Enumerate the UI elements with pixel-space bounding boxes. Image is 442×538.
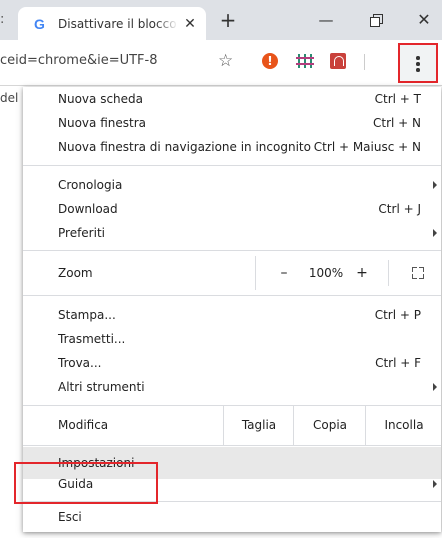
tab-overflow-glyph: : [0, 12, 5, 27]
extension-grid-icon[interactable] [296, 54, 314, 68]
menu-item-label: Altri strumenti [58, 380, 145, 394]
edit-label: Modifica [58, 418, 109, 432]
menu-item-label: Trasmetti... [58, 332, 126, 346]
menu-item-new-tab[interactable]: Nuova scheda Ctrl + T [23, 87, 441, 111]
restore-icon-front [370, 17, 380, 27]
kebab-menu-icon [415, 56, 421, 72]
menu-divider [23, 165, 441, 166]
zoom-level-value: 100% [308, 266, 344, 280]
menu-item-find[interactable]: Trova... Ctrl + F [23, 351, 441, 375]
menu-divider [23, 250, 441, 251]
menu-divider [23, 295, 441, 296]
menu-edit-row: Modifica Taglia Copia Incolla [23, 405, 441, 445]
address-bar-url[interactable]: ceid=chrome&ie=UTF-8 [0, 52, 200, 70]
menu-item-label: Nuova finestra [58, 116, 146, 130]
menu-item-label: Download [58, 202, 118, 216]
toolbar: ceid=chrome&ie=UTF-8 ☆ ! [0, 40, 442, 86]
google-favicon-icon: G [34, 16, 45, 32]
menu-item-label: Esci [58, 510, 82, 524]
submenu-arrow-icon [433, 229, 437, 237]
settings-highlight-box [14, 462, 158, 504]
submenu-arrow-icon [433, 383, 437, 391]
menu-item-label: Preferiti [58, 226, 105, 240]
page-text-fragment: del [0, 91, 19, 105]
tab-title: Disattivare il blocco [58, 16, 178, 32]
menu-item-shortcut: Ctrl + N [372, 116, 421, 130]
extension-alert-icon[interactable]: ! [262, 53, 278, 69]
menu-item-history[interactable]: Cronologia [23, 173, 441, 197]
menu-item-incognito[interactable]: Nuova finestra di navigazione in incogni… [23, 135, 441, 159]
menu-zoom-row: Zoom – 100% + [23, 256, 441, 290]
menu-item-shortcut: Ctrl + F [375, 356, 421, 370]
browser-tab[interactable]: G Disattivare il blocco ✕ [18, 7, 206, 40]
minimize-button[interactable]: — [314, 10, 338, 30]
menu-item-cast[interactable]: Trasmetti... [23, 327, 441, 351]
restore-button[interactable] [364, 10, 388, 30]
menu-item-label: Cronologia [58, 178, 123, 192]
menu-item-shortcut: Ctrl + Maiusc + N [313, 140, 421, 154]
menu-item-new-window[interactable]: Nuova finestra Ctrl + N [23, 111, 441, 135]
menu-item-exit[interactable]: Esci [23, 505, 441, 529]
window-close-button[interactable]: ✕ [412, 10, 436, 30]
copy-button[interactable]: Copia [293, 405, 366, 445]
bookmark-star-icon[interactable]: ☆ [218, 51, 238, 71]
submenu-arrow-icon [433, 181, 437, 189]
chrome-menu-button[interactable] [398, 43, 438, 83]
new-tab-button[interactable]: + [218, 10, 238, 30]
menu-divider [23, 445, 441, 446]
menu-item-bookmarks[interactable]: Preferiti [23, 221, 441, 245]
zoom-in-button[interactable]: + [352, 256, 372, 290]
menu-item-shortcut: Ctrl + J [378, 202, 421, 216]
tab-strip: : G Disattivare il blocco ✕ + — ✕ [0, 0, 442, 40]
menu-item-label: Trova... [58, 356, 102, 370]
menu-item-label: Stampa... [58, 308, 116, 322]
submenu-arrow-icon [433, 480, 437, 488]
zoom-label: Zoom [58, 266, 93, 280]
menu-item-label: Nuova finestra di navigazione in incogni… [58, 140, 311, 154]
menu-item-label: Nuova scheda [58, 92, 144, 106]
menu-item-shortcut: Ctrl + T [374, 92, 421, 106]
zoom-out-button[interactable]: – [274, 256, 294, 290]
cut-button[interactable]: Taglia [223, 405, 294, 445]
menu-item-downloads[interactable]: Download Ctrl + J [23, 197, 441, 221]
tab-close-icon[interactable]: ✕ [182, 15, 198, 33]
pdf-extension-icon[interactable] [330, 53, 346, 69]
menu-item-more-tools[interactable]: Altri strumenti [23, 375, 441, 399]
zoom-divider [388, 260, 389, 286]
zoom-controls: – 100% + [255, 256, 442, 290]
paste-button[interactable]: Incolla [365, 405, 442, 445]
menu-item-shortcut: Ctrl + P [374, 308, 421, 322]
menu-item-print[interactable]: Stampa... Ctrl + P [23, 303, 441, 327]
fullscreen-icon[interactable] [412, 267, 424, 279]
toolbar-divider [364, 54, 365, 70]
